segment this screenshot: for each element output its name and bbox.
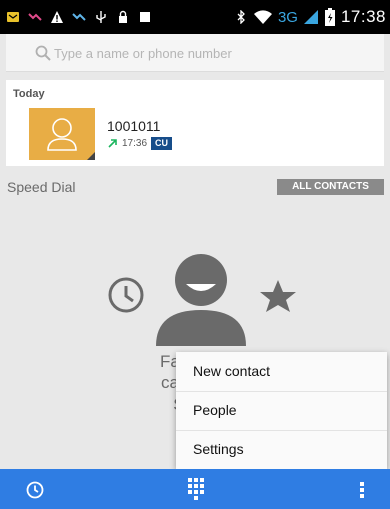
call-details: 17:36 CU <box>107 136 173 150</box>
outgoing-call-arrow-icon <box>108 138 117 148</box>
call-account-tag: CU <box>151 136 173 150</box>
clock-illustration-icon <box>108 277 144 313</box>
star-illustration-icon <box>260 280 296 312</box>
person-illustration-icon <box>156 254 246 346</box>
contact-number[interactable]: 1001011 <box>107 118 160 134</box>
warning-icon <box>51 11 63 23</box>
notification-icons <box>6 8 152 26</box>
contact-photo[interactable] <box>29 108 95 160</box>
search-bar[interactable] <box>6 34 384 72</box>
network-type: 3G <box>277 8 298 26</box>
status-bar: 3G 17:38 <box>0 0 390 34</box>
recent-heading: Today <box>13 88 45 100</box>
search-icon <box>35 45 51 61</box>
favorites-empty-illustration <box>108 254 296 346</box>
all-contacts-button[interactable]: ALL CONTACTS <box>277 179 384 195</box>
overflow-menu: New contact People Settings <box>176 352 387 469</box>
menu-item-people[interactable]: People <box>176 391 387 430</box>
message-notification-icon <box>7 12 19 22</box>
signal-icon <box>303 10 318 24</box>
missed-call-icon <box>28 13 42 21</box>
square-notification-icon <box>140 12 150 22</box>
menu-item-settings[interactable]: Settings <box>176 430 387 469</box>
battery-icon <box>324 8 335 26</box>
system-status: 3G 17:38 <box>234 6 386 28</box>
bluetooth-icon <box>237 10 245 24</box>
menu-item-new-contact[interactable]: New contact <box>176 352 387 391</box>
missed-call-icon-2 <box>72 13 86 21</box>
clock-time: 17:38 <box>340 7 386 26</box>
usb-icon <box>96 11 106 23</box>
lock-icon <box>119 10 127 23</box>
wifi-icon <box>253 10 272 24</box>
default-avatar-icon <box>47 118 77 151</box>
speed-dial-label: Speed Dial <box>7 179 76 195</box>
search-input[interactable] <box>54 42 374 64</box>
bottom-action-bar <box>0 469 390 509</box>
recent-call-card[interactable]: Today 1001011 17:36 CU <box>6 80 384 166</box>
call-time: 17:36 <box>122 137 148 149</box>
more-vert-icon[interactable] <box>359 481 365 499</box>
clock-icon[interactable] <box>26 481 44 499</box>
dialpad-icon[interactable] <box>187 477 205 501</box>
photo-corner-badge <box>87 152 95 160</box>
